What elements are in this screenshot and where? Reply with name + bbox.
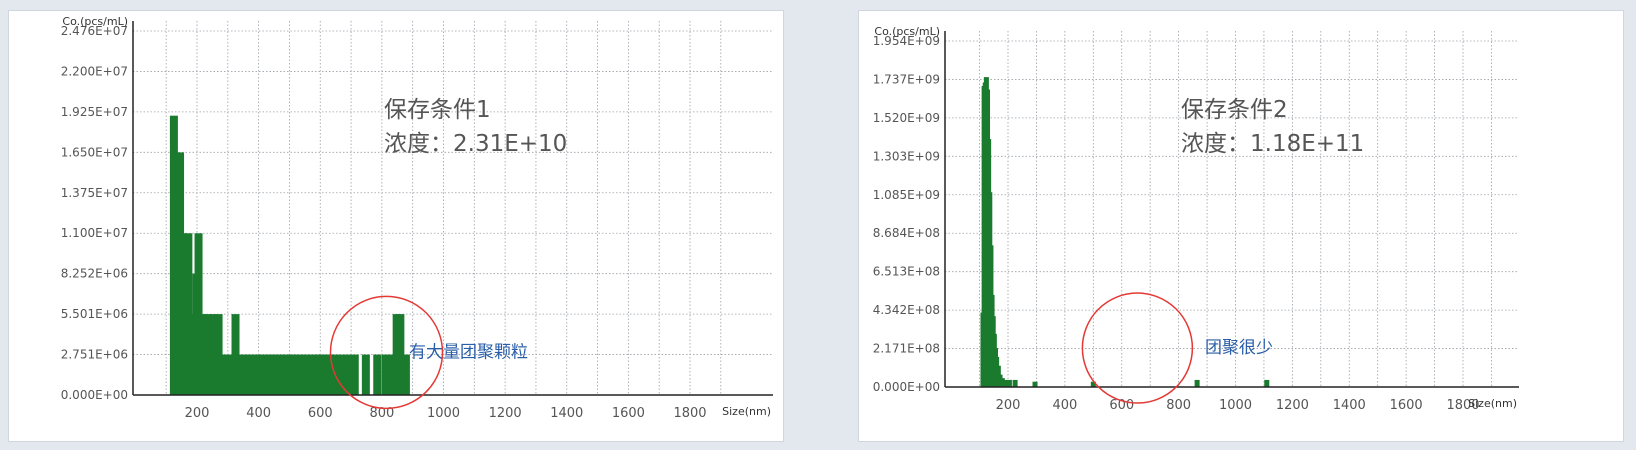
y-tick-label: 0.000E+00 bbox=[61, 388, 128, 402]
y-tick-label: 5.501E+06 bbox=[61, 307, 128, 321]
x-tick-label: 1200 bbox=[489, 406, 522, 421]
x-tick-label: 1200 bbox=[1276, 398, 1309, 413]
x-axis-title: Size(nm) bbox=[1468, 397, 1517, 410]
y-tick-label: 0.000E+00 bbox=[873, 380, 940, 394]
y-axis-title: Co.(pcs/mL) bbox=[874, 25, 940, 38]
x-tick-label: 1800 bbox=[673, 406, 706, 421]
aggregation-annotation: 有大量团聚颗粒 bbox=[409, 342, 528, 362]
y-tick-label: 8.684E+08 bbox=[873, 226, 940, 240]
x-tick-label: 600 bbox=[308, 406, 333, 421]
x-tick-label: 1600 bbox=[612, 406, 645, 421]
y-tick-label: 2.200E+07 bbox=[61, 64, 128, 78]
y-tick-label: 1.650E+07 bbox=[61, 145, 128, 159]
chart-annotation-title: 浓度：2.31E+10 bbox=[384, 131, 567, 157]
y-tick-label: 1.737E+09 bbox=[873, 72, 940, 86]
x-tick-label: 1400 bbox=[1333, 398, 1366, 413]
y-tick-label: 8.252E+06 bbox=[61, 267, 128, 281]
histogram-bar bbox=[336, 354, 345, 395]
histogram-bar bbox=[1002, 379, 1008, 387]
y-tick-label: 1.520E+09 bbox=[873, 111, 940, 125]
histogram-bar bbox=[1032, 381, 1038, 387]
histogram-bar bbox=[373, 354, 382, 395]
histogram-bar bbox=[1006, 379, 1012, 387]
chart-panel-2: 0.000E+00 2.171E+08 4.342E+08 6.513E+08 8.68… bbox=[858, 10, 1624, 442]
histogram-chart-1: 0.000E+00 2.751E+06 5.501E+06 8.252E+06 1.10… bbox=[61, 15, 773, 421]
x-tick-label: 400 bbox=[246, 406, 271, 421]
x-tick-label: 200 bbox=[996, 398, 1021, 413]
y-tick-label: 1.375E+07 bbox=[61, 186, 128, 200]
histogram-bar bbox=[1264, 379, 1270, 387]
x-tick-label: 400 bbox=[1052, 398, 1077, 413]
y-axis-title: Co.(pcs/mL) bbox=[62, 15, 128, 28]
x-tick-label: 1600 bbox=[1390, 398, 1423, 413]
x-tick-label: 800 bbox=[1166, 398, 1191, 413]
x-tick-label: 200 bbox=[185, 406, 210, 421]
y-tick-label: 2.751E+06 bbox=[61, 348, 128, 362]
chart-panel-1: 0.000E+00 2.751E+06 5.501E+06 8.252E+06 1.10… bbox=[8, 10, 784, 442]
x-axis-title: Size(nm) bbox=[722, 405, 771, 418]
x-tick-label: 1000 bbox=[427, 406, 460, 421]
y-tick-label: 6.513E+08 bbox=[873, 265, 940, 279]
chart-annotation-title: 浓度：1.18E+11 bbox=[1181, 131, 1364, 157]
x-tick-label: 1000 bbox=[1219, 398, 1252, 413]
y-tick-label: 4.342E+08 bbox=[873, 303, 940, 317]
y-tick-label: 1.085E+09 bbox=[873, 188, 940, 202]
histogram-bar bbox=[1194, 379, 1200, 387]
aggregation-annotation: 团聚很少 bbox=[1205, 338, 1273, 358]
histogram-bar bbox=[361, 354, 370, 395]
histogram-bar bbox=[1012, 379, 1018, 387]
y-tick-label: 1.100E+07 bbox=[61, 226, 128, 240]
y-tick-label: 1.303E+09 bbox=[873, 149, 940, 163]
chart-annotation-title: 保存条件1 bbox=[384, 97, 491, 123]
y-tick-label: 1.925E+07 bbox=[61, 105, 128, 119]
x-tick-label: 1400 bbox=[550, 406, 583, 421]
y-tick-label: 2.171E+08 bbox=[873, 342, 940, 356]
histogram-chart-2: 0.000E+00 2.171E+08 4.342E+08 6.513E+08 8.68… bbox=[873, 25, 1519, 413]
chart-annotation-title: 保存条件2 bbox=[1181, 97, 1288, 123]
histogram-bar bbox=[350, 354, 359, 395]
